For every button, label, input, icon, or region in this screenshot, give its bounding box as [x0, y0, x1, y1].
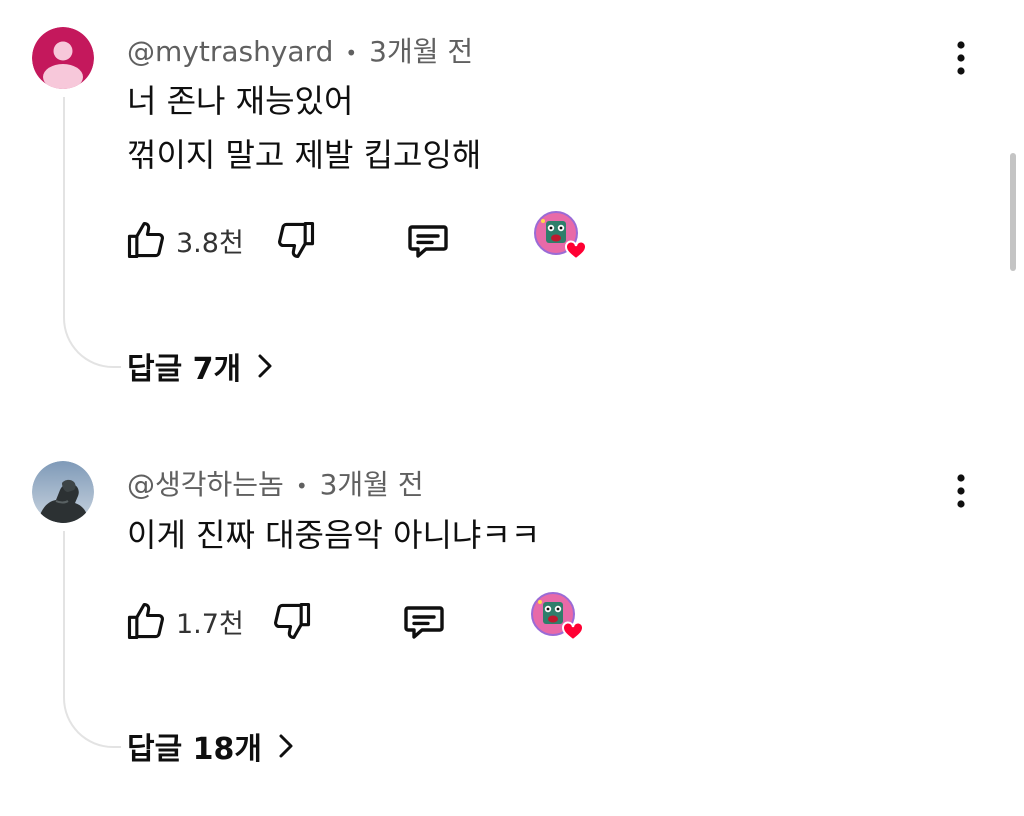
comment-line: 꺾이지 말고 제발 킵고잉해	[127, 136, 482, 174]
like-button[interactable]: 1.7천	[124, 596, 244, 646]
comment-text: 너 존나 재능있어 꺾이지 말고 제발 킵고잉해	[127, 74, 481, 182]
separator: •	[345, 41, 358, 65]
like-count: 1.7천	[176, 608, 244, 640]
view-replies-button[interactable]: 답글 7개	[127, 344, 277, 388]
comment-line: 너 존나 재능있어	[127, 82, 354, 120]
separator: •	[295, 474, 308, 498]
dislike-icon	[274, 602, 311, 640]
replies-count: 답글 7개	[127, 352, 242, 387]
reply-icon	[408, 225, 448, 258]
like-count: 3.8천	[176, 227, 244, 259]
author-avatar[interactable]	[32, 461, 94, 523]
thinker-avatar-icon	[32, 461, 94, 523]
creator-heart-icon	[534, 211, 587, 261]
more-vert-icon	[957, 474, 965, 508]
thread-line	[63, 531, 121, 748]
comment-time[interactable]: 3개월 전	[320, 468, 424, 501]
creator-heart-icon	[531, 592, 584, 642]
like-icon	[127, 221, 164, 259]
chevron-right-icon	[258, 354, 272, 378]
creator-heart	[534, 211, 590, 261]
reply-icon	[404, 606, 444, 639]
comment-text: 이게 진짜 대중음악 아니냐ㅋㅋ	[127, 508, 540, 562]
creator-heart	[531, 592, 587, 642]
scrollbar[interactable]	[1010, 153, 1016, 271]
more-vert-icon	[957, 41, 965, 75]
more-options-button[interactable]	[946, 471, 976, 511]
reply-button[interactable]	[404, 215, 452, 265]
author-name[interactable]: @mytrashyard	[127, 35, 333, 68]
comment-actions: 1.7천	[124, 592, 604, 646]
like-icon	[127, 602, 164, 640]
comment-line: 이게 진짜 대중음악 아니냐ㅋㅋ	[127, 516, 541, 554]
dislike-icon	[278, 221, 315, 259]
view-replies-button[interactable]: 답글 18개	[127, 724, 298, 768]
replies-count: 답글 18개	[127, 732, 262, 767]
like-button[interactable]: 3.8천	[124, 215, 244, 265]
dislike-button[interactable]	[274, 215, 318, 265]
comment-meta: @mytrashyard • 3개월 전	[127, 30, 473, 70]
chevron-right-icon	[279, 734, 293, 758]
more-options-button[interactable]	[946, 38, 976, 78]
comment-meta: @생각하는놈 • 3개월 전	[127, 463, 424, 503]
author-avatar[interactable]	[32, 27, 94, 89]
person-avatar-icon	[32, 27, 94, 89]
comment-actions: 3.8천	[124, 211, 604, 265]
dislike-button[interactable]	[270, 596, 314, 646]
reply-button[interactable]	[400, 596, 448, 646]
thread-line	[63, 97, 121, 368]
comment-time[interactable]: 3개월 전	[369, 35, 473, 68]
author-name[interactable]: @생각하는놈	[127, 468, 284, 501]
